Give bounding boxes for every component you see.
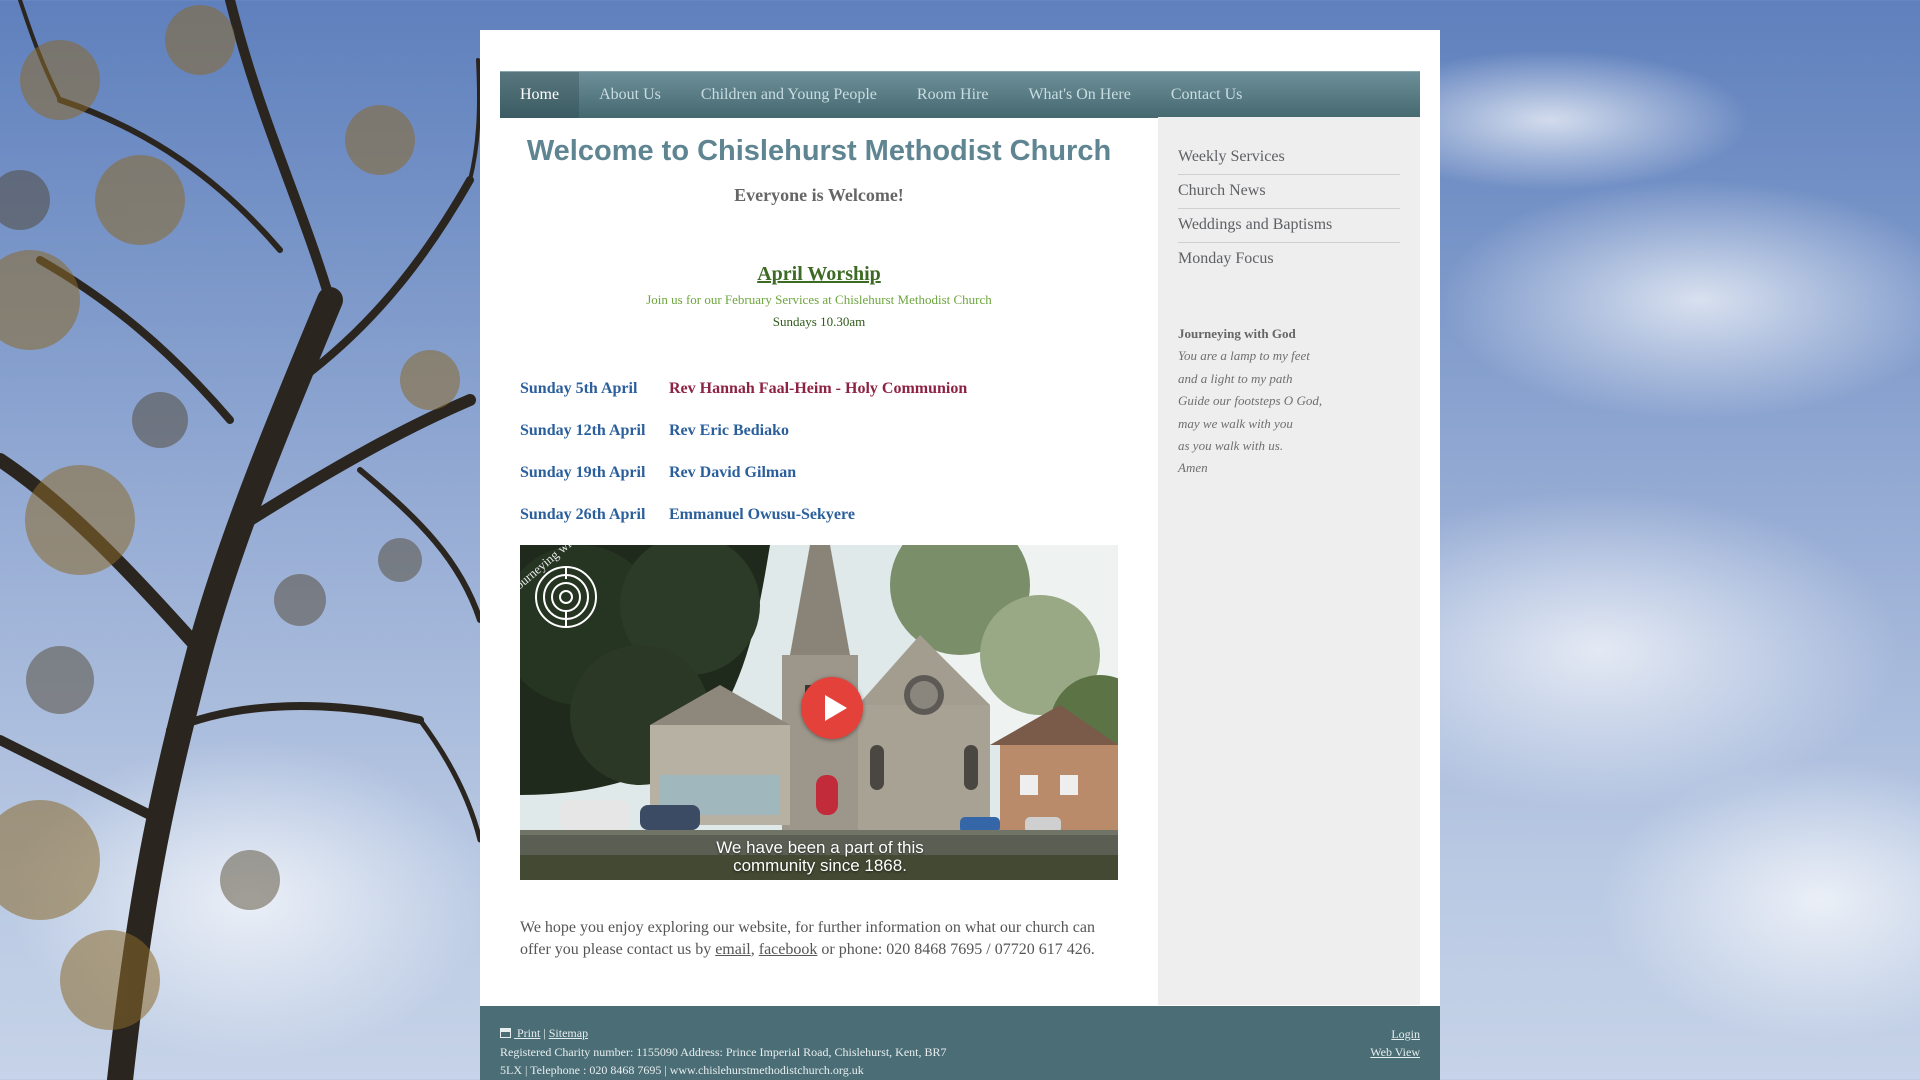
video-caption: We have been a part of this community si… <box>680 839 960 875</box>
service-row: Sunday 12th April Rev Eric Bediako <box>520 422 789 440</box>
footer-charity-info: Registered Charity number: 1155090 Addre… <box>500 1045 947 1059</box>
sidebar-item-church-news[interactable]: Church News <box>1178 175 1400 209</box>
email-link[interactable]: email <box>715 941 751 958</box>
page-subtitle: Everyone is Welcome! <box>734 185 904 205</box>
sidebar-item-monday-focus[interactable]: Monday Focus <box>1178 243 1400 276</box>
service-minister: Rev Eric Bediako <box>669 422 789 439</box>
print-icon <box>500 1028 511 1038</box>
service-row: Sunday 26th April Emmanuel Owusu-Sekyere <box>520 506 855 524</box>
service-date: Sunday 5th April <box>520 380 638 397</box>
sidebar: Weekly Services Church News Weddings and… <box>1158 117 1420 1005</box>
page-container: Home About Us Children and Young People … <box>480 30 1440 1080</box>
footer-contact-info: 5LX | Telephone : 020 8468 7695 | www.ch… <box>500 1063 864 1077</box>
web-view-link[interactable]: Web View <box>1370 1045 1420 1059</box>
play-icon[interactable] <box>801 677 863 739</box>
service-minister: Rev David Gilman <box>669 464 797 481</box>
church-video-player[interactable]: Journeying with God We have been a part … <box>520 545 1118 880</box>
facebook-link[interactable]: facebook <box>759 941 818 958</box>
sidebar-item-weddings-and-baptisms[interactable]: Weddings and Baptisms <box>1178 209 1400 243</box>
prayer-block: Journeying with God You are a lamp to my… <box>1178 323 1400 480</box>
sundays-time: Sundays 10.30am <box>772 314 866 329</box>
video-caption-line-2: community since 1868. <box>733 856 907 875</box>
service-date: Sunday 26th April <box>520 506 646 523</box>
nav-item-home[interactable]: Home <box>500 72 580 118</box>
video-caption-line-1: We have been a part of this <box>716 838 924 857</box>
print-link[interactable]: Print <box>500 1026 540 1040</box>
footer-right-links: Login Web View <box>1370 1025 1420 1061</box>
service-minister: Rev Hannah Faal-Heim - Holy Communion <box>669 380 968 397</box>
service-date: Sunday 19th April <box>520 464 646 481</box>
page-footer: Print | Sitemap Registered Charity numbe… <box>480 1006 1440 1080</box>
prayer-line: Amen <box>1178 460 1208 476</box>
main-navigation: Home About Us Children and Young People … <box>500 71 1420 118</box>
login-link[interactable]: Login <box>1391 1027 1420 1041</box>
sidebar-item-weekly-services[interactable]: Weekly Services <box>1178 141 1400 175</box>
prayer-line: and a light to my path <box>1178 370 1293 386</box>
nav-item-about-us[interactable]: About Us <box>579 72 681 118</box>
join-us-text: Join us for our February Services at Chi… <box>646 292 992 307</box>
prayer-line: may we walk with you <box>1178 415 1293 431</box>
prayer-line: Guide our footsteps O God, <box>1178 393 1323 409</box>
footer-separator: | <box>543 1026 546 1040</box>
footer-links: Print | Sitemap <box>500 1026 588 1041</box>
prayer-line: You are a lamp to my feet <box>1178 348 1310 364</box>
service-row: Sunday 19th April Rev David Gilman <box>520 464 796 482</box>
intro-separator: , <box>750 941 759 958</box>
service-date: Sunday 12th April <box>520 422 646 439</box>
prayer-title: Journeying with God <box>1178 326 1296 341</box>
prayer-line: as you walk with us. <box>1178 438 1284 454</box>
intro-paragraph: We hope you enjoy exploring our website,… <box>520 917 1120 961</box>
nav-item-whats-on-here[interactable]: What's On Here <box>1008 72 1150 118</box>
nav-item-room-hire[interactable]: Room Hire <box>897 72 1009 118</box>
service-minister: Emmanuel Owusu-Sekyere <box>669 506 855 523</box>
nav-item-children-and-young-people[interactable]: Children and Young People <box>681 72 897 118</box>
page-title: Welcome to Chislehurst Methodist Church <box>526 135 1112 167</box>
worship-heading: April Worship <box>757 263 881 285</box>
sitemap-link[interactable]: Sitemap <box>549 1026 588 1040</box>
print-label: Print <box>517 1026 541 1040</box>
nav-item-contact-us[interactable]: Contact Us <box>1151 72 1263 118</box>
sidebar-nav: Weekly Services Church News Weddings and… <box>1178 141 1400 276</box>
service-row: Sunday 5th April Rev Hannah Faal-Heim - H… <box>520 380 967 398</box>
intro-phone-text: or phone: 020 8468 7695 / 07720 617 426. <box>817 941 1095 958</box>
